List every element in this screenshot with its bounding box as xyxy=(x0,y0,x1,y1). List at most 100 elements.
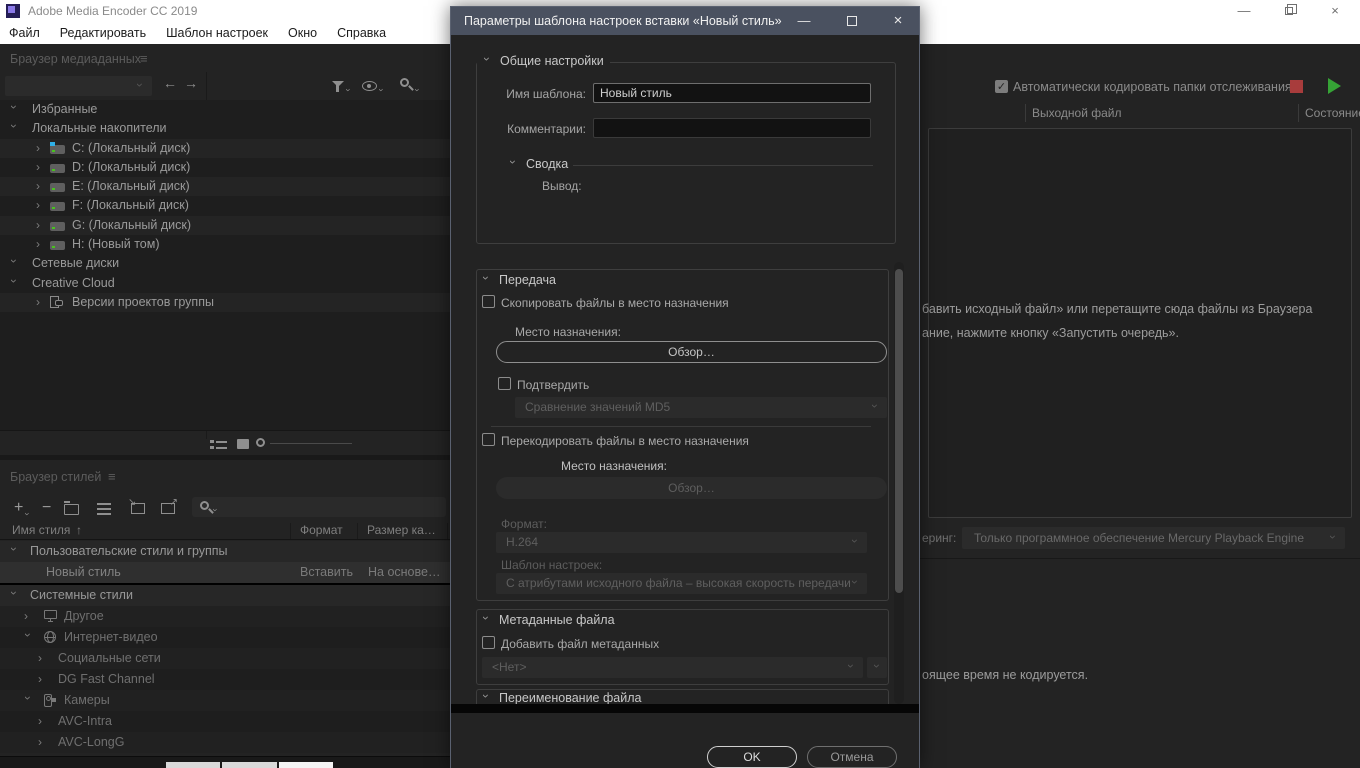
chevron-right-icon[interactable]: › xyxy=(36,238,44,250)
window-close-button[interactable]: × xyxy=(1326,2,1344,20)
preset-row[interactable]: ›Интернет-видео xyxy=(0,627,450,648)
chevron-down-icon[interactable]: › xyxy=(8,105,20,113)
summary-header[interactable]: ›Сводка xyxy=(509,157,568,171)
view-eye-icon[interactable] xyxy=(362,81,377,91)
window-minimize-button[interactable]: — xyxy=(1235,2,1253,20)
tree-item[interactable]: ›Версии проектов группы xyxy=(0,293,450,312)
dialog-titlebar[interactable]: Параметры шаблона настроек вставки «Новы… xyxy=(451,7,919,35)
tree-item[interactable]: ›Избранные xyxy=(0,100,450,119)
media-path-dropdown[interactable]: › xyxy=(5,76,152,96)
window-restore-button[interactable] xyxy=(1281,2,1299,20)
chevron-right-icon[interactable]: › xyxy=(38,736,46,748)
preset-row[interactable]: ›DG Fast Channel xyxy=(0,669,450,690)
menu-item-справка[interactable]: Справка xyxy=(327,26,396,40)
preset-row[interactable]: ›AVC-Intra xyxy=(0,711,450,732)
panel-menu-icon[interactable]: ≡ xyxy=(108,469,116,484)
chevron-down-icon[interactable]: › xyxy=(22,696,34,704)
zoom-slider-track[interactable] xyxy=(270,443,352,444)
scrollbar-thumb[interactable] xyxy=(895,269,903,593)
column-output-file[interactable]: Выходной файл xyxy=(1032,106,1122,120)
chevron-right-icon[interactable]: › xyxy=(36,199,44,211)
back-arrow-icon[interactable]: ← xyxy=(163,75,177,91)
format-dropdown[interactable]: H.264 › xyxy=(496,532,867,553)
tree-item[interactable]: ›D: (Локальный диск) xyxy=(0,158,450,177)
verify-checkbox[interactable] xyxy=(498,377,511,390)
preset-group-row[interactable]: ›Пользовательские стили и группы xyxy=(0,541,450,562)
import-preset-icon[interactable] xyxy=(131,503,145,514)
comments-input[interactable] xyxy=(593,118,871,138)
menu-item-окно[interactable]: Окно xyxy=(278,26,327,40)
export-preset-icon[interactable] xyxy=(161,503,175,514)
rename-header[interactable]: ›Переименование файла xyxy=(482,691,641,705)
metadata-header[interactable]: ›Метаданные файла xyxy=(482,613,615,627)
chevron-down-icon[interactable]: › xyxy=(8,547,20,555)
stop-queue-button[interactable] xyxy=(1290,80,1303,93)
dialog-maximize-button[interactable] xyxy=(843,12,861,30)
preset-settings-icon[interactable] xyxy=(97,503,111,515)
chevron-down-icon[interactable]: › xyxy=(8,124,20,132)
start-queue-button[interactable] xyxy=(1328,78,1341,94)
dialog-minimize-button[interactable]: — xyxy=(795,12,813,30)
tree-item[interactable]: ›G: (Локальный диск) xyxy=(0,216,450,235)
preset-row[interactable]: ›AVC-LongG xyxy=(0,732,450,753)
preset-row[interactable]: ›Камеры xyxy=(0,690,450,711)
column-status[interactable]: Состояние xyxy=(1305,106,1360,120)
chevron-right-icon[interactable]: › xyxy=(36,161,44,173)
metadata-extra-dropdown[interactable]: › xyxy=(867,657,887,678)
search-icon[interactable] xyxy=(400,78,409,87)
chevron-right-icon[interactable]: › xyxy=(36,180,44,192)
chevron-right-icon[interactable]: › xyxy=(36,219,44,231)
tree-item[interactable]: ›Сетевые диски xyxy=(0,254,450,273)
chevron-down-icon[interactable]: › xyxy=(8,591,20,599)
transfer-header[interactable]: ›Передача xyxy=(482,273,556,287)
preset-group-row[interactable]: ›Системные стили xyxy=(0,585,450,606)
ok-button[interactable]: OK xyxy=(707,746,797,768)
list-view-icon[interactable] xyxy=(210,439,227,450)
auto-encode-checkbox[interactable]: ✓ xyxy=(995,80,1008,93)
filter-icon[interactable] xyxy=(332,81,344,87)
thumbnail-view-icon[interactable] xyxy=(237,439,249,449)
add-metadata-checkbox[interactable] xyxy=(482,636,495,649)
column-name[interactable]: Имя стиля xyxy=(12,523,70,537)
chevron-down-icon[interactable]: › xyxy=(8,279,20,287)
chevron-down-icon[interactable]: › xyxy=(22,633,34,641)
transcode-preset-dropdown[interactable]: С атрибутами исходного файла – высокая с… xyxy=(496,573,867,594)
chevron-right-icon[interactable]: › xyxy=(36,296,44,308)
forward-arrow-icon[interactable]: → xyxy=(184,75,198,91)
browse2-button[interactable]: Обзор… xyxy=(496,477,887,499)
menu-item-шаблон-настроек[interactable]: Шаблон настроек xyxy=(156,26,278,40)
menu-item-файл[interactable]: Файл xyxy=(0,26,50,40)
renderer-dropdown[interactable]: Только программное обеспечение Mercury P… xyxy=(962,527,1345,549)
copy-files-checkbox[interactable] xyxy=(482,295,495,308)
tree-item[interactable]: ›E: (Локальный диск) xyxy=(0,177,450,196)
preset-row[interactable]: ›Социальные сети xyxy=(0,648,450,669)
preset-row[interactable]: ›Другое xyxy=(0,606,450,627)
tree-item[interactable]: ›H: (Новый том) xyxy=(0,235,450,254)
tree-item[interactable]: ›C: (Локальный диск) xyxy=(0,139,450,158)
remove-preset-button[interactable]: − xyxy=(42,499,51,517)
metadata-dropdown[interactable]: <Нет> › xyxy=(482,657,863,678)
chevron-right-icon[interactable]: › xyxy=(36,142,44,154)
queue-drop-area[interactable] xyxy=(928,128,1352,518)
preset-search-input[interactable]: › xyxy=(192,497,446,517)
transcode-checkbox[interactable] xyxy=(482,433,495,446)
browse-button[interactable]: Обзор… xyxy=(496,341,887,363)
cancel-button[interactable]: Отмена xyxy=(807,746,897,768)
column-frame-size[interactable]: Размер ка… xyxy=(367,523,436,537)
zoom-slider-knob[interactable] xyxy=(256,438,265,447)
tree-item[interactable]: ›F: (Локальный диск) xyxy=(0,196,450,215)
tree-item[interactable]: ›Creative Cloud xyxy=(0,274,450,293)
column-format[interactable]: Формат xyxy=(300,523,343,537)
panel-menu-icon[interactable]: ≡ xyxy=(140,51,148,66)
chevron-down-icon[interactable]: › xyxy=(8,259,20,267)
dialog-close-button[interactable]: × xyxy=(889,12,907,30)
chevron-right-icon[interactable]: › xyxy=(38,652,46,664)
dialog-scrollbar[interactable] xyxy=(894,262,904,704)
verify-method-dropdown[interactable]: Сравнение значений MD5 › xyxy=(515,397,887,418)
general-settings-header[interactable]: ›Общие настройки xyxy=(477,54,610,68)
menu-item-редактировать[interactable]: Редактировать xyxy=(50,26,156,40)
chevron-right-icon[interactable]: › xyxy=(24,610,32,622)
chevron-right-icon[interactable]: › xyxy=(38,673,46,685)
tree-item[interactable]: ›Локальные накопители xyxy=(0,119,450,138)
chevron-right-icon[interactable]: › xyxy=(38,715,46,727)
